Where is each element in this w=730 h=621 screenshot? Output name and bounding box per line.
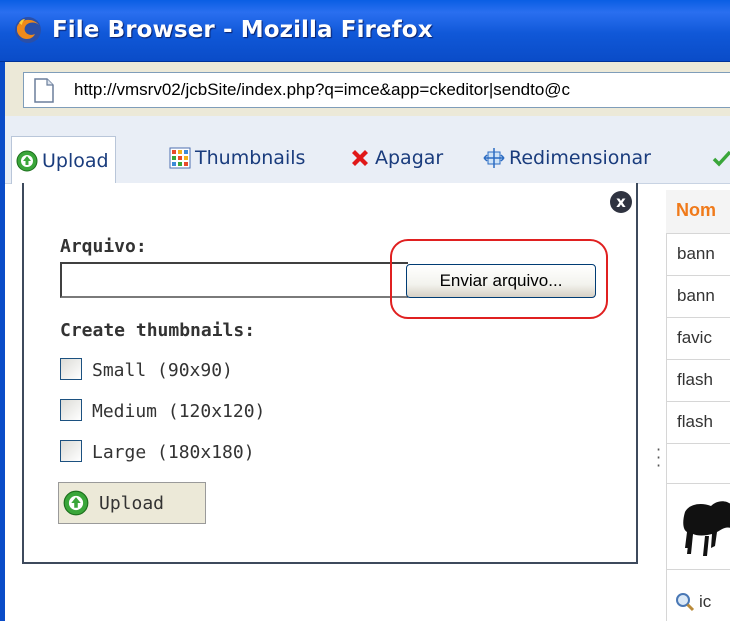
image-preview-row[interactable]	[666, 484, 730, 570]
tab-delete-label: Apagar	[375, 147, 444, 169]
tab-upload[interactable]: Upload	[11, 136, 116, 184]
file-row-label: ic	[699, 591, 712, 611]
pane-splitter[interactable]: · · ·	[656, 442, 661, 494]
close-panel-button[interactable]: x	[610, 191, 632, 213]
file-row[interactable]: ic	[666, 570, 730, 621]
firefox-logo-icon	[15, 17, 41, 43]
medium-thumbnail-label: Medium (120x120)	[92, 401, 266, 422]
file-row[interactable]	[666, 444, 730, 484]
file-row[interactable]: bann	[666, 234, 730, 276]
large-thumbnail-label: Large (180x180)	[92, 442, 255, 463]
column-header-name[interactable]: Nom	[666, 190, 730, 234]
tab-upload-label: Upload	[42, 149, 109, 172]
small-thumbnail-label: Small (90x90)	[92, 360, 233, 381]
close-icon: x	[616, 193, 626, 211]
browse-button-highlight	[390, 239, 608, 319]
tab-thumbnails-label: Thumbnails	[195, 147, 306, 169]
resize-icon	[483, 147, 505, 169]
tab-resize-label: Redimensionar	[509, 147, 651, 169]
upload-submit-label: Upload	[99, 492, 165, 514]
large-thumbnail-checkbox[interactable]	[60, 440, 82, 462]
navigation-bar: http://vmsrv02/jcbSite/index.php?q=imce&…	[5, 62, 730, 116]
tab-delete[interactable]: Apagar	[349, 143, 443, 173]
window-title: File Browser - Mozilla Firefox	[52, 17, 433, 43]
tab-resize[interactable]: Redimensionar	[483, 143, 651, 173]
thumbnails-heading: Create thumbnails:	[60, 320, 256, 341]
window-titlebar[interactable]: File Browser - Mozilla Firefox	[0, 0, 730, 62]
file-path-input[interactable]	[60, 262, 408, 298]
file-row[interactable]: flash	[666, 402, 730, 444]
upload-icon	[16, 150, 38, 172]
delete-icon	[349, 147, 371, 169]
upload-button-icon	[63, 490, 89, 516]
address-bar[interactable]: http://vmsrv02/jcbSite/index.php?q=imce&…	[23, 72, 730, 108]
page-icon	[34, 78, 54, 103]
file-row[interactable]: favic	[666, 318, 730, 360]
upload-submit-button[interactable]: Upload	[58, 482, 206, 524]
file-row[interactable]: bann	[666, 276, 730, 318]
thumbnails-icon	[169, 147, 191, 169]
horse-thumbnail-icon	[683, 501, 730, 556]
tab-select[interactable]	[711, 143, 730, 173]
file-browser-toolbar: Upload Thumbnails Apagar Redimensionar	[5, 116, 730, 184]
checkmark-icon	[711, 147, 730, 169]
tab-thumbnails[interactable]: Thumbnails	[169, 143, 305, 173]
address-url: http://vmsrv02/jcbSite/index.php?q=imce&…	[74, 80, 571, 99]
small-thumbnail-checkbox[interactable]	[60, 358, 82, 380]
magnifier-icon	[676, 592, 695, 611]
file-row[interactable]: flash	[666, 360, 730, 402]
file-label: Arquivo:	[60, 236, 147, 257]
medium-thumbnail-checkbox[interactable]	[60, 399, 82, 421]
